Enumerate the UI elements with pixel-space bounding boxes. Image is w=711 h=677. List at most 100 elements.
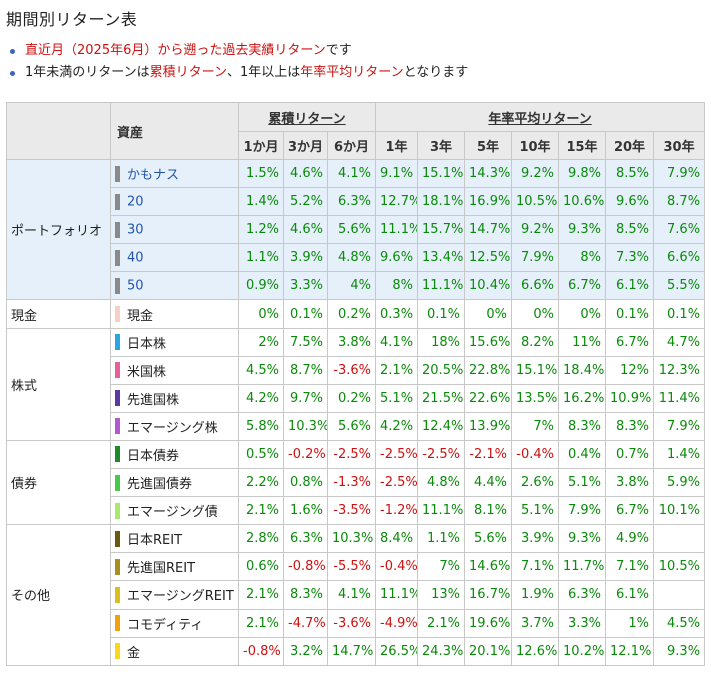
return-value-cell: 6.7% xyxy=(605,327,655,357)
bullet-icon xyxy=(10,48,15,54)
return-value-cell: 18.4% xyxy=(558,355,607,385)
asset-name: 米国株 xyxy=(127,364,167,380)
return-value-cell: 8.1% xyxy=(464,496,513,526)
return-value-cell: 12.5% xyxy=(464,243,513,273)
return-value-cell: 10.6% xyxy=(558,187,607,217)
return-value-cell: 1% xyxy=(605,608,655,638)
note-item: 直近月（2025年6月）から遡った過去実績リターン です xyxy=(10,40,468,62)
asset-name[interactable]: 30 xyxy=(127,222,144,237)
return-value-cell: 12.3% xyxy=(653,355,706,385)
color-swatch-icon xyxy=(115,474,120,491)
return-value-cell: 5.1% xyxy=(375,383,419,413)
header-cumulative-label: 累積リターン xyxy=(268,111,346,127)
return-value-cell: 5.2% xyxy=(283,187,328,217)
return-value-cell: -3.5% xyxy=(326,496,377,526)
return-value-cell: 2.1% xyxy=(238,580,284,610)
return-value-cell: 5.6% xyxy=(326,411,377,441)
return-value-cell: 0.1% xyxy=(605,299,655,329)
return-value-cell: 0.1% xyxy=(417,299,466,329)
return-value-cell: 1.5% xyxy=(238,158,284,189)
return-value-cell: 9.3% xyxy=(653,636,706,666)
header-annual: 年率平均リターン xyxy=(375,102,706,132)
table-row: 株式 日本株 2% 7.5% 3.8% 4.1% 18% 15.6% 8.2% 11% 6.7% 4.… xyxy=(6,327,706,441)
header-annual-label: 年率平均リターン xyxy=(488,111,592,127)
color-swatch-icon xyxy=(115,249,120,266)
table-row: エマージングREIT 2.1% 8.3% 4.1% 11.1% 13% 16.7% 1.9% 6… xyxy=(7,580,706,610)
return-value-cell: -0.8% xyxy=(238,636,284,666)
asset-name-cell: 日本REIT xyxy=(110,524,239,554)
return-value-cell: 8% xyxy=(375,271,419,301)
table-row: 米国株 4.5% 8.7% -3.6% 2.1% 20.5% 22.8% 15.1% 18.4%… xyxy=(7,355,706,385)
note-text: 1年未満のリターンは xyxy=(25,65,150,80)
return-value-cell: 3.3% xyxy=(558,608,607,638)
return-value-cell: 0.1% xyxy=(653,299,706,329)
return-value-cell: -4.7% xyxy=(283,608,328,638)
return-value-cell: 6.7% xyxy=(605,496,655,526)
return-value-cell: 8.2% xyxy=(511,327,560,357)
group-label: 債券 xyxy=(6,439,111,526)
return-value-cell: 9.8% xyxy=(558,158,607,189)
group-label: ポートフォリオ xyxy=(6,158,111,301)
return-value-cell: 3.3% xyxy=(283,271,328,301)
table-row: 先進国REIT 0.6% -0.8% -5.5% -0.4% 7% 14.6% 7.1% 11.… xyxy=(7,552,706,582)
color-swatch-icon xyxy=(115,362,120,379)
return-value-cell: 13.9% xyxy=(464,411,513,441)
color-swatch-icon xyxy=(115,306,120,323)
asset-name-cell: 40 xyxy=(110,243,239,273)
asset-name-cell: 先進国REIT xyxy=(110,552,239,582)
return-value-cell: 15.7% xyxy=(417,215,466,245)
return-value-cell: 22.6% xyxy=(464,383,513,413)
asset-name: 現金 xyxy=(127,308,154,324)
return-value-cell: 3.8% xyxy=(605,468,655,498)
return-value-cell: 14.6% xyxy=(464,552,513,582)
header-blank xyxy=(6,102,111,160)
return-value-cell: 20.5% xyxy=(417,355,466,385)
return-value-cell: 0.8% xyxy=(283,468,328,498)
return-value-cell: 7.9% xyxy=(511,243,560,273)
bullet-icon xyxy=(10,70,15,76)
asset-name[interactable]: 50 xyxy=(127,278,144,293)
header-period: 15年 xyxy=(558,131,607,160)
asset-name-cell: 20 xyxy=(110,187,239,217)
page-title: 期間別リターン表 xyxy=(6,10,138,29)
return-value-cell: 5.1% xyxy=(511,496,560,526)
return-value-cell: 1.1% xyxy=(238,243,284,273)
return-value-cell: 5.8% xyxy=(238,411,284,441)
return-value-cell: 7% xyxy=(417,552,466,582)
return-value-cell: 26.5% xyxy=(375,636,419,666)
return-value-cell: 2.1% xyxy=(417,608,466,638)
asset-name[interactable]: 20 xyxy=(127,194,144,209)
return-value-cell: 9.3% xyxy=(558,524,607,554)
return-value-cell: 19.6% xyxy=(464,608,513,638)
header-asset: 資産 xyxy=(110,102,239,160)
return-value-cell: 24.3% xyxy=(417,636,466,666)
note-text-red: 累積リターン xyxy=(149,65,227,80)
asset-name-cell: 日本株 xyxy=(110,327,239,357)
return-value-cell: 0.3% xyxy=(375,299,419,329)
asset-name: 先進国REIT xyxy=(127,561,196,577)
asset-name[interactable]: かもナス xyxy=(127,168,179,183)
color-swatch-icon xyxy=(115,502,120,519)
return-value-cell: 4.2% xyxy=(375,411,419,441)
return-value-cell: 4.1% xyxy=(326,580,377,610)
return-value-cell: 10.5% xyxy=(511,187,560,217)
return-value-cell: 1.2% xyxy=(238,215,284,245)
return-value-cell: 9.3% xyxy=(558,215,607,245)
asset-name[interactable]: 40 xyxy=(127,250,144,265)
notes-list: 直近月（2025年6月）から遡った過去実績リターン です 1年未満のリターンは 累積… xyxy=(10,40,468,84)
color-swatch-icon xyxy=(115,530,120,547)
table-row: 金 -0.8% 3.2% 14.7% 26.5% 24.3% 20.1% 12.6% 10.2%… xyxy=(7,636,706,666)
return-value-cell: 1.1% xyxy=(417,524,466,554)
return-value-cell: 0.9% xyxy=(238,271,284,301)
return-value-cell: -2.5% xyxy=(375,468,419,498)
return-value-cell: -0.8% xyxy=(283,552,328,582)
table-row: その他 日本REIT 2.8% 6.3% 10.3% 8.4% 1.1% 5.6% 3.9% 9.… xyxy=(6,524,706,666)
return-value-cell: 7.9% xyxy=(558,496,607,526)
return-value-cell: 12.6% xyxy=(511,636,560,666)
return-value-cell: 7.3% xyxy=(605,243,655,273)
return-value-cell: 10.1% xyxy=(653,496,706,526)
return-value-cell: 2.2% xyxy=(238,468,284,498)
return-value-cell: 0.5% xyxy=(238,439,284,470)
return-value-cell: 9.6% xyxy=(375,243,419,273)
return-value-cell: 0.1% xyxy=(283,299,328,329)
